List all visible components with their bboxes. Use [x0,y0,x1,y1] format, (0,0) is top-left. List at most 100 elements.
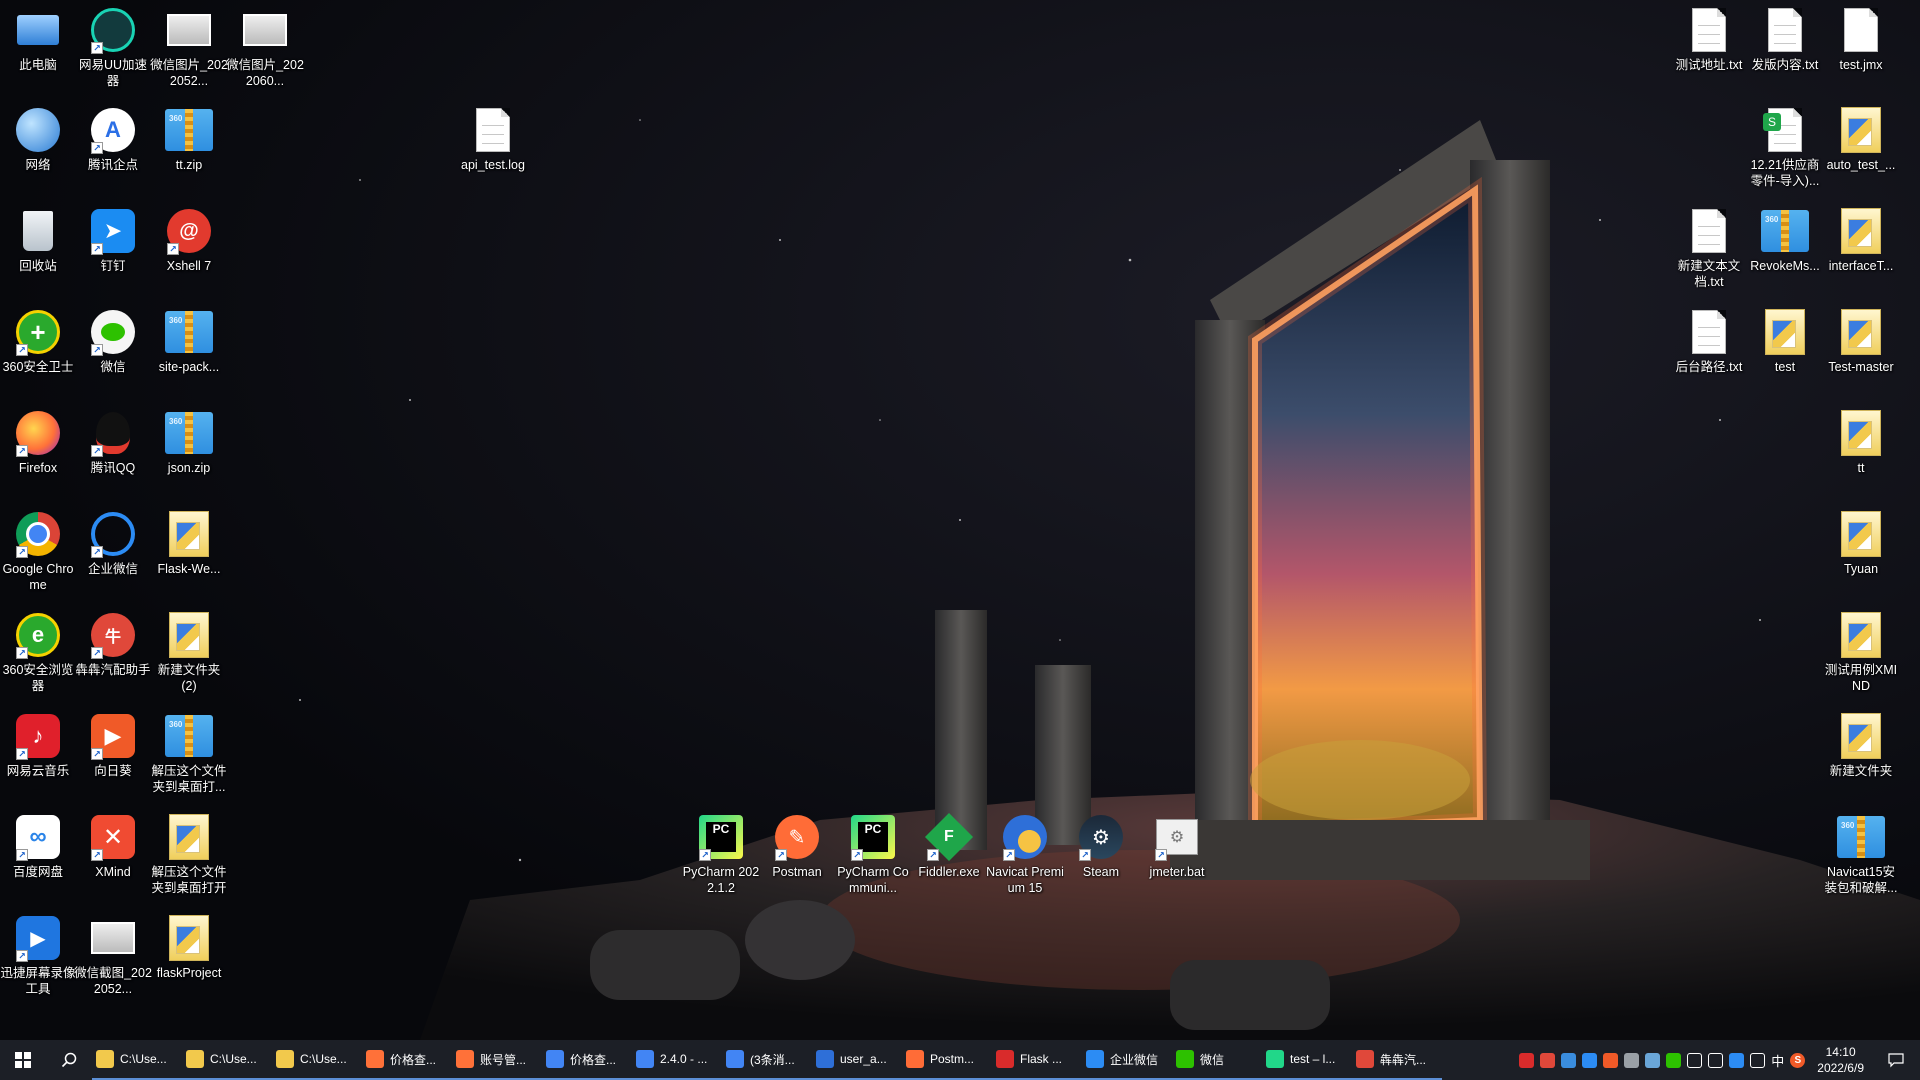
desktop-icon[interactable]: 解压这个文件夹到桌面打开 [151,813,227,896]
desktop-icon[interactable]: 新建文本文档.txt [1672,207,1746,290]
desktop-icon[interactable]: 发版内容.txt [1748,6,1822,73]
taskbar-item[interactable]: test – l... [1262,1040,1352,1080]
desktop-icon[interactable]: 测试用例XMIND [1824,611,1898,694]
desktop-icon[interactable]: ⚙ ↗ Steam [1064,813,1138,880]
taskbar-item[interactable]: 账号管... [452,1040,542,1080]
search-button[interactable] [46,1040,92,1080]
desktop-icon[interactable]: Flask-We... [152,510,226,577]
desktop-icon-label: 腾讯企点 [87,158,138,172]
taskbar-item[interactable]: 微信 [1172,1040,1262,1080]
desktop-icon[interactable]: PC ↗ PyCharm 2022.1.2 [683,813,759,896]
clock[interactable]: 14:10 2022/6/9 [1811,1044,1870,1076]
desktop-icon[interactable]: S 12.21供应商零件-导入)... [1748,106,1822,189]
desktop-icon[interactable]: ➤ ↗ 钉钉 [76,207,150,274]
desktop-icon[interactable]: 此电脑 [1,6,75,73]
desktop-icon[interactable]: ✕ ↗ XMind [76,813,150,880]
qq-icon: ↗ [89,409,137,457]
desktop-icon[interactable]: tt [1824,409,1898,476]
taskbar-item[interactable]: 企业微信 [1082,1040,1172,1080]
wps-icon [996,1050,1014,1068]
desktop-icon[interactable]: ↗ Navicat Premium 15 [986,813,1064,896]
taskbar-item[interactable]: C:\Use... [92,1040,182,1080]
steam-tray-icon[interactable] [1645,1052,1661,1068]
notification-center-button[interactable] [1876,1040,1916,1080]
desktop-icon[interactable]: ✎ ↗ Postman [760,813,834,880]
desktop-icon[interactable]: Test-master [1824,308,1898,375]
desktop-icon[interactable]: A ↗ 腾讯企点 [76,106,150,173]
desktop-icon[interactable]: ⚙ ↗ jmeter.bat [1140,813,1214,880]
desktop-icon[interactable]: 微信图片_2022052... [150,6,228,89]
desktop-icon[interactable]: PC ↗ PyCharm Communi... [836,813,910,896]
desktop-icon[interactable]: ↗ Google Chrome [1,510,75,593]
taskbar-item[interactable]: (3条消... [722,1040,812,1080]
pycharm-icon: PC ↗ [697,813,745,861]
desktop-icon[interactable]: 网络 [1,106,75,173]
sogou-input-icon[interactable]: S [1790,1052,1806,1068]
desktop-icon[interactable]: ↗ 微信 [76,308,150,375]
desktop-icon[interactable]: Navicat15安装包和破解... [1824,813,1898,896]
uu-accelerator-icon: ↗ [89,6,137,54]
desktop-icon[interactable]: + ↗ 360安全卫士 [1,308,75,375]
desktop-icon[interactable]: 解压这个文件夹到桌面打... [151,712,227,795]
benben-tray-icon[interactable] [1540,1052,1556,1068]
screenshot-tray-icon[interactable] [1561,1052,1577,1068]
desktop-icon[interactable]: ↗ Firefox [1,409,75,476]
network-tray-icon[interactable] [1708,1052,1724,1068]
taskbar-item[interactable]: 价格查... [362,1040,452,1080]
desktop-icon[interactable]: 微信图片_2022060... [226,6,304,89]
desktop-icon[interactable]: 牛 ↗ 犇犇汽配助手 [75,611,151,678]
desktop-icon[interactable]: 后台路径.txt [1672,308,1746,375]
desktop-icon[interactable]: json.zip [152,409,226,476]
desktop-icon[interactable]: @ ↗ Xshell 7 [152,207,226,274]
search-tray-icon[interactable] [1582,1052,1598,1068]
desktop-icon[interactable]: RevokeMs... [1748,207,1822,274]
camera-tray-icon[interactable] [1624,1052,1640,1068]
taskbar-item[interactable]: 犇犇汽... [1352,1040,1442,1080]
volume-tray-icon[interactable] [1687,1052,1703,1068]
desktop-icon[interactable]: ▶ ↗ 迅捷屏幕录像工具 [0,914,76,997]
zip-archive-icon [165,712,213,760]
wps-tray-icon[interactable] [1519,1052,1535,1068]
taskbar-item[interactable]: 2.4.0 - ... [632,1040,722,1080]
desktop-icon[interactable]: flaskProject [152,914,226,981]
desktop-icon[interactable]: e ↗ 360安全浏览器 [1,611,75,694]
desktop-icon[interactable]: 回收站 [1,207,75,274]
desktop-icon[interactable]: ↗ 企业微信 [76,510,150,577]
sunlogin-tray-icon[interactable] [1603,1052,1619,1068]
taskbar-item[interactable]: Flask ... [992,1040,1082,1080]
desktop-icon[interactable]: F ↗ Fiddler.exe [912,812,986,880]
desktop-icon[interactable]: site-pack... [152,308,226,375]
desktop-icon[interactable]: ▶ ↗ 向日葵 [76,712,150,779]
taskbar-item[interactable]: user_a... [812,1040,902,1080]
bluetooth-tray-icon[interactable] [1729,1052,1745,1068]
desktop-icon[interactable]: tt.zip [152,106,226,173]
taskbar-item[interactable]: Postm... [902,1040,992,1080]
desktop-icon[interactable]: ↗ 网易UU加速器 [76,6,150,89]
desktop-icon[interactable]: api_test.log [456,106,530,173]
desktop-icon-label: 向日葵 [94,764,132,778]
taskbar-item[interactable]: 价格查... [542,1040,632,1080]
display-tray-icon[interactable] [1750,1052,1766,1068]
desktop-icon[interactable]: auto_test_... [1824,106,1898,173]
desktop-icon[interactable]: ↗ 腾讯QQ [76,409,150,476]
desktop-icon-label: 发版内容.txt [1751,58,1819,72]
xshell-icon: @ ↗ [165,207,213,255]
wechat-tray-icon[interactable] [1666,1052,1682,1068]
desktop-icon[interactable]: test [1748,308,1822,375]
ime-indicator[interactable]: 中 [1771,1051,1784,1070]
desktop-icon[interactable]: test.jmx [1824,6,1898,73]
desktop-icon[interactable]: ♪ ↗ 网易云音乐 [1,712,75,779]
text-file-icon [469,106,517,154]
desktop-icon[interactable]: 微信截图_2022052... [74,914,152,997]
desktop-icon[interactable]: interfaceT... [1824,207,1898,274]
desktop-icon[interactable]: 新建文件夹 (2) [152,611,226,694]
taskbar-item-label: 犇犇汽... [1380,1052,1427,1067]
benben-icon [1356,1050,1374,1068]
start-button[interactable] [0,1040,46,1080]
desktop-icon[interactable]: ∞ ↗ 百度网盘 [1,813,75,880]
desktop-icon[interactable]: 测试地址.txt [1672,6,1746,73]
desktop-icon[interactable]: Tyuan [1824,510,1898,577]
desktop-icon[interactable]: 新建文件夹 [1824,712,1898,779]
taskbar-item[interactable]: C:\Use... [272,1040,362,1080]
taskbar-item[interactable]: C:\Use... [182,1040,272,1080]
